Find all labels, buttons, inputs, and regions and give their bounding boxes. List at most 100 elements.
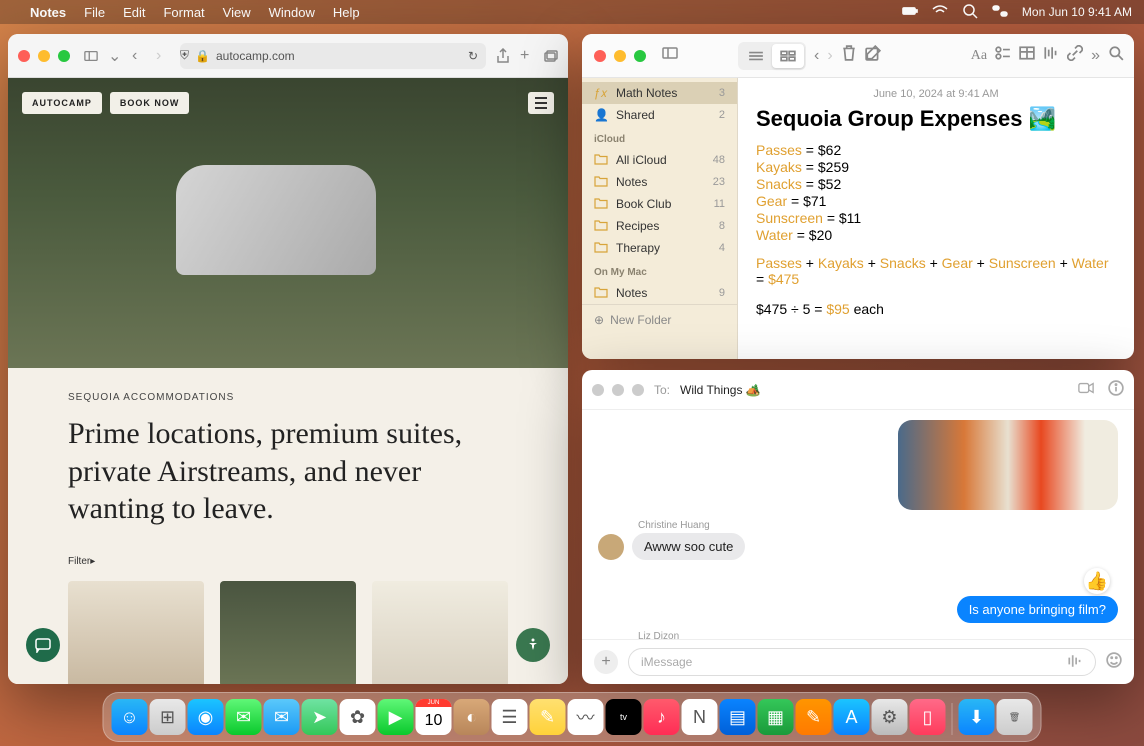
dock-app-iphone[interactable]: ▯: [910, 699, 946, 735]
new-folder-button[interactable]: ⊕New Folder: [582, 304, 737, 335]
compose-icon[interactable]: [865, 45, 881, 66]
emoji-icon[interactable]: [1106, 652, 1122, 673]
sidebar-item-shared[interactable]: 👤Shared2: [582, 104, 737, 126]
menu-format[interactable]: Format: [163, 5, 204, 20]
menu-view[interactable]: View: [223, 5, 251, 20]
site-logo[interactable]: AUTOCAMP: [22, 92, 102, 114]
wifi-icon[interactable]: [932, 3, 948, 22]
reload-icon[interactable]: ↻: [468, 49, 478, 63]
dock-app-freeform[interactable]: 〰: [568, 699, 604, 735]
forward-button[interactable]: ›: [156, 49, 170, 63]
dock-app-maps[interactable]: ➤: [302, 699, 338, 735]
sidebar-item-book-club[interactable]: Book Club11: [582, 193, 737, 215]
dock-app-messages[interactable]: ✉: [226, 699, 262, 735]
minimize-button[interactable]: [612, 384, 624, 396]
sidebar-item-recipes[interactable]: Recipes8: [582, 215, 737, 237]
tapback-reaction[interactable]: 👍: [1084, 568, 1110, 594]
more-icon[interactable]: »: [1091, 47, 1100, 65]
info-icon[interactable]: [1108, 380, 1124, 399]
dock-app-mail[interactable]: ✉: [264, 699, 300, 735]
dock-app-facetime[interactable]: ▶: [378, 699, 414, 735]
hamburger-menu[interactable]: [528, 92, 554, 114]
checklist-icon[interactable]: [995, 45, 1011, 66]
conversation[interactable]: Christine HuangAwww soo cute👍Is anyone b…: [582, 410, 1134, 639]
control-center-icon[interactable]: [992, 3, 1008, 22]
clock[interactable]: Mon Jun 10 9:41 AM: [1022, 5, 1132, 19]
format-icon[interactable]: Aa: [971, 48, 987, 64]
zoom-button[interactable]: [58, 50, 70, 62]
minimize-button[interactable]: [38, 50, 50, 62]
menu-window[interactable]: Window: [269, 5, 315, 20]
menu-edit[interactable]: Edit: [123, 5, 145, 20]
video-icon[interactable]: [1078, 380, 1094, 399]
filter-button[interactable]: Filter▸: [68, 556, 508, 567]
accommodation-card[interactable]: [220, 581, 356, 685]
dock-app-finder[interactable]: ☺: [112, 699, 148, 735]
dock-app-tv[interactable]: tv: [606, 699, 642, 735]
menu-file[interactable]: File: [84, 5, 105, 20]
message-bubble[interactable]: Awww soo cute: [632, 533, 745, 560]
tabs-icon[interactable]: [544, 49, 558, 63]
dock-app-pages[interactable]: ✎: [796, 699, 832, 735]
media-icon[interactable]: [1043, 45, 1059, 66]
message-image[interactable]: [898, 420, 1118, 510]
audio-icon[interactable]: [1067, 653, 1083, 672]
dock-app-notes[interactable]: ✎: [530, 699, 566, 735]
to-field[interactable]: Wild Things 🏕️: [680, 383, 761, 397]
accessibility-fab[interactable]: [516, 628, 550, 662]
search-icon[interactable]: [1108, 45, 1124, 66]
sidebar-item-notes[interactable]: Notes9: [582, 282, 737, 304]
dock-app-keynote[interactable]: ▤: [720, 699, 756, 735]
dock-app-reminders[interactable]: ☰: [492, 699, 528, 735]
dock-app-music[interactable]: ♪: [644, 699, 680, 735]
dock-app-launchpad[interactable]: ⊞: [150, 699, 186, 735]
message-bubble[interactable]: Is anyone bringing film?: [957, 596, 1118, 623]
dock-app-trash[interactable]: 🗑: [997, 699, 1033, 735]
back-button[interactable]: ‹: [132, 49, 146, 63]
dock-app-news[interactable]: N: [682, 699, 718, 735]
app-menu[interactable]: Notes: [30, 5, 66, 20]
new-tab-icon[interactable]: +: [520, 49, 534, 63]
forward-icon[interactable]: ›: [827, 47, 832, 65]
sidebar-item-notes[interactable]: Notes23: [582, 171, 737, 193]
accommodation-card[interactable]: [372, 581, 508, 685]
dock-app-photos[interactable]: ✿: [340, 699, 376, 735]
link-icon[interactable]: [1067, 45, 1083, 66]
share-icon[interactable]: [496, 49, 510, 63]
gallery-view-icon[interactable]: [772, 44, 804, 68]
minimize-button[interactable]: [614, 50, 626, 62]
close-button[interactable]: [594, 50, 606, 62]
dock-app-contacts[interactable]: ◐: [454, 699, 490, 735]
dock-app-downloads[interactable]: ⬇: [959, 699, 995, 735]
close-button[interactable]: [18, 50, 30, 62]
menu-help[interactable]: Help: [333, 5, 360, 20]
chevron-down-icon[interactable]: ⌄: [108, 49, 122, 63]
book-now-button[interactable]: BOOK NOW: [110, 92, 190, 114]
sidebar-toggle-icon[interactable]: [662, 45, 678, 66]
chat-fab[interactable]: [26, 628, 60, 662]
dock-app-numbers[interactable]: ▦: [758, 699, 794, 735]
sidebar-item-all-icloud[interactable]: All iCloud48: [582, 149, 737, 171]
accommodation-card[interactable]: [68, 581, 204, 685]
dock-app-settings[interactable]: ⚙: [872, 699, 908, 735]
dock-app-calendar[interactable]: JUN10: [416, 699, 452, 735]
note-editor[interactable]: June 10, 2024 at 9:41 AM Sequoia Group E…: [738, 78, 1134, 359]
dock-app-safari[interactable]: ◉: [188, 699, 224, 735]
trash-icon[interactable]: [841, 45, 857, 66]
apps-button[interactable]: +: [594, 650, 618, 674]
sidebar-item-math-notes[interactable]: ƒ𝑥Math Notes3: [582, 82, 737, 104]
list-view-icon[interactable]: [740, 44, 772, 68]
view-toggle[interactable]: [738, 42, 806, 70]
zoom-button[interactable]: [634, 50, 646, 62]
close-button[interactable]: [592, 384, 604, 396]
sidebar-item-therapy[interactable]: Therapy4: [582, 237, 737, 259]
zoom-button[interactable]: [632, 384, 644, 396]
dock-app-appstore[interactable]: A: [834, 699, 870, 735]
spotlight-icon[interactable]: [962, 3, 978, 22]
back-icon[interactable]: ‹: [814, 47, 819, 65]
message-input[interactable]: iMessage: [628, 648, 1096, 676]
avatar[interactable]: [598, 534, 624, 560]
table-icon[interactable]: [1019, 45, 1035, 66]
battery-icon[interactable]: [902, 3, 918, 22]
sidebar-icon[interactable]: [84, 49, 98, 63]
